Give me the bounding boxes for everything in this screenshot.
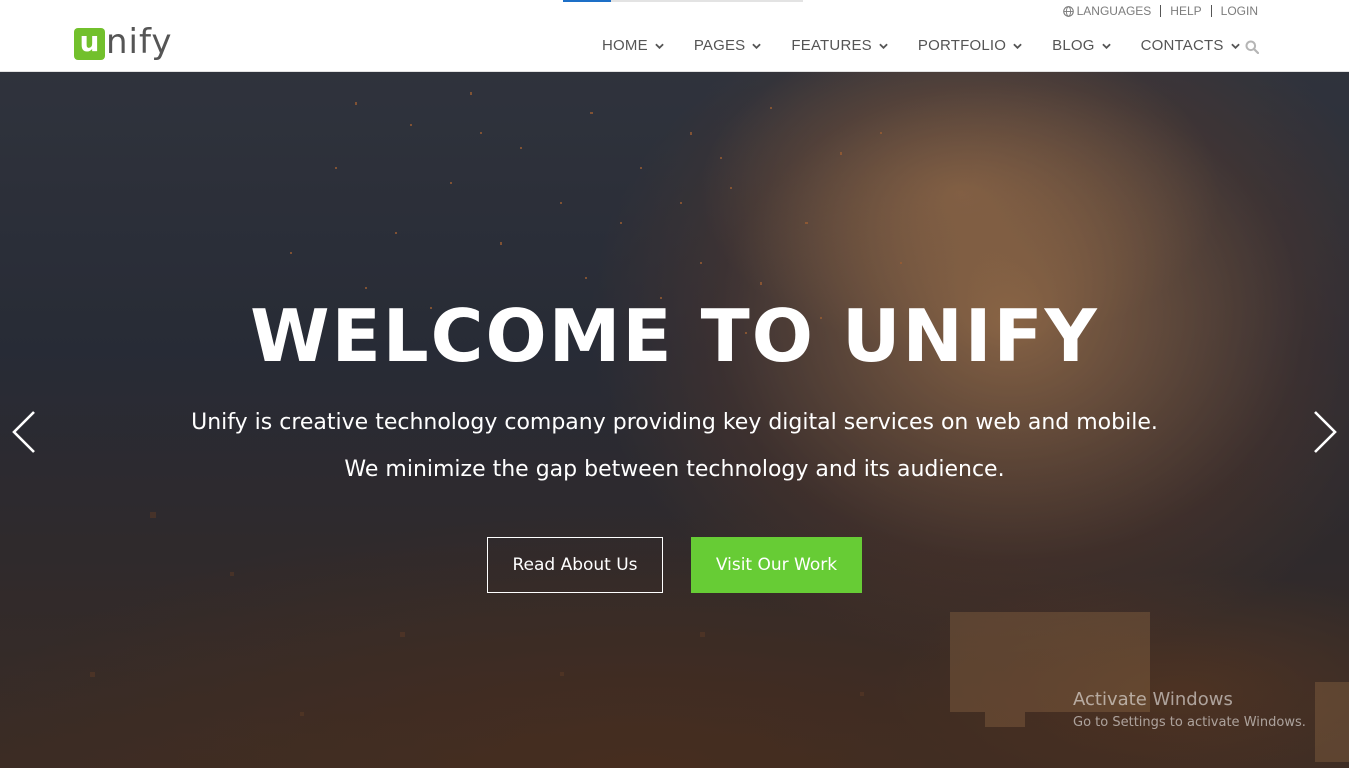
hero-slider: WELCOME TO UNIFY Unify is creative techn… (0, 72, 1349, 768)
page-loading-bar-fill (563, 0, 611, 2)
chevron-left-icon[interactable] (10, 409, 38, 455)
chevron-right-icon[interactable] (1311, 409, 1339, 455)
chevron-down-icon (879, 43, 888, 49)
logo-mark: u (74, 28, 105, 60)
chevron-down-icon (1230, 43, 1240, 49)
languages-link[interactable]: LANGUAGES (1062, 4, 1152, 18)
hero-subtitle-line-2: We minimize the gap between technology a… (344, 457, 1005, 482)
globe-icon (1062, 5, 1074, 17)
nav-item-label: PAGES (693, 37, 746, 54)
nav-item-features[interactable]: FEATURES (791, 37, 888, 54)
nav-item-contacts[interactable]: CONTACTS (1141, 37, 1240, 54)
main-navigation: HOME PAGES FEATURES PORTFOLIO BLOG CONTA… (602, 37, 1240, 54)
help-link[interactable]: HELP (1170, 4, 1201, 18)
nav-item-label: PORTFOLIO (917, 37, 1007, 54)
hero-title: WELCOME TO UNIFY (250, 294, 1099, 378)
chevron-down-icon (655, 43, 664, 49)
nav-item-label: BLOG (1052, 37, 1095, 54)
nav-item-pages[interactable]: PAGES (694, 37, 762, 54)
logo-wordmark: nify (106, 22, 173, 62)
nav-item-label: CONTACTS (1140, 37, 1224, 54)
nav-item-blog[interactable]: BLOG (1052, 37, 1111, 54)
read-about-us-button[interactable]: Read About Us (487, 537, 663, 593)
activate-windows-title: Activate Windows (1073, 689, 1233, 710)
activate-windows-subtitle: Go to Settings to activate Windows. (1073, 715, 1306, 730)
chevron-down-icon (1013, 43, 1022, 49)
nav-item-label: HOME (602, 37, 648, 54)
unify-logo[interactable]: u nify (74, 24, 173, 64)
login-link[interactable]: LOGIN (1221, 4, 1258, 18)
nav-item-portfolio[interactable]: PORTFOLIO (918, 37, 1022, 54)
chevron-down-icon (1101, 43, 1111, 49)
hero-subtitle-line-1: Unify is creative technology company pro… (191, 410, 1158, 435)
search-icon[interactable] (1245, 40, 1259, 54)
site-header: u nify LANGUAGES HELP LOGIN HOME PAGES F… (0, 0, 1349, 72)
page-loading-bar (563, 0, 803, 2)
topbar-divider (1210, 5, 1212, 17)
nav-item-label: FEATURES (791, 37, 872, 54)
chevron-down-icon (752, 43, 762, 49)
languages-label: LANGUAGES (1076, 4, 1152, 18)
nav-item-home[interactable]: HOME (602, 37, 664, 54)
top-utility-bar: LANGUAGES HELP LOGIN (1062, 4, 1258, 18)
topbar-divider (1160, 5, 1162, 17)
visit-our-work-button[interactable]: Visit Our Work (691, 537, 862, 593)
